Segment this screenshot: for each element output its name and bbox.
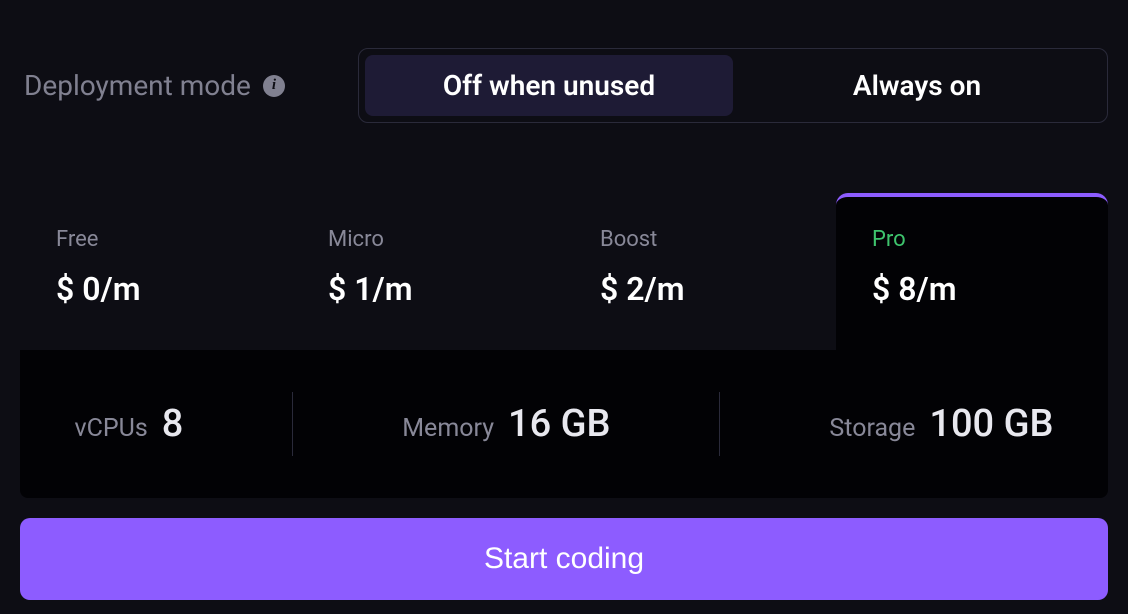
toggle-label: Always on (853, 69, 981, 102)
deployment-mode-row: Deployment mode i Off when unused Always… (20, 48, 1108, 123)
spec-storage: Storage 100 GB (829, 402, 1053, 446)
divider (292, 392, 293, 456)
start-coding-button[interactable]: Start coding (20, 518, 1108, 600)
divider (719, 392, 720, 456)
plan-price: $ 0/m (56, 270, 256, 308)
deployment-toggle-group: Off when unused Always on (358, 48, 1108, 123)
plan-boost[interactable]: Boost $ 2/m (564, 193, 836, 350)
plan-name: Free (56, 227, 256, 252)
toggle-always-on[interactable]: Always on (733, 55, 1101, 116)
plan-micro[interactable]: Micro $ 1/m (292, 193, 564, 350)
plan-name: Pro (872, 227, 1072, 252)
spec-label: vCPUs (74, 414, 147, 443)
deployment-mode-label: Deployment mode i (20, 69, 338, 102)
spec-label: Storage (829, 414, 915, 443)
spec-value: 100 GB (929, 402, 1053, 446)
plan-pro[interactable]: Pro $ 8/m (836, 193, 1108, 350)
deployment-mode-text: Deployment mode (24, 69, 251, 102)
plan-name: Micro (328, 227, 528, 252)
spec-memory: Memory 16 GB (402, 402, 610, 446)
toggle-off-when-unused[interactable]: Off when unused (365, 55, 733, 116)
spec-value: 16 GB (508, 402, 611, 446)
spec-label: Memory (402, 414, 494, 443)
plan-price: $ 1/m (328, 270, 528, 308)
plan-price: $ 8/m (872, 270, 1072, 308)
plan-free[interactable]: Free $ 0/m (20, 193, 292, 350)
spec-value: 8 (162, 402, 184, 446)
specs-row: vCPUs 8 Memory 16 GB Storage 100 GB (20, 350, 1108, 498)
info-icon[interactable]: i (263, 75, 285, 97)
plan-price: $ 2/m (600, 270, 800, 308)
spec-vcpus: vCPUs 8 (74, 402, 183, 446)
toggle-label: Off when unused (443, 69, 655, 102)
plan-name: Boost (600, 227, 800, 252)
start-coding-label: Start coding (484, 542, 644, 575)
plans-row: Free $ 0/m Micro $ 1/m Boost $ 2/m Pro $… (20, 193, 1108, 350)
